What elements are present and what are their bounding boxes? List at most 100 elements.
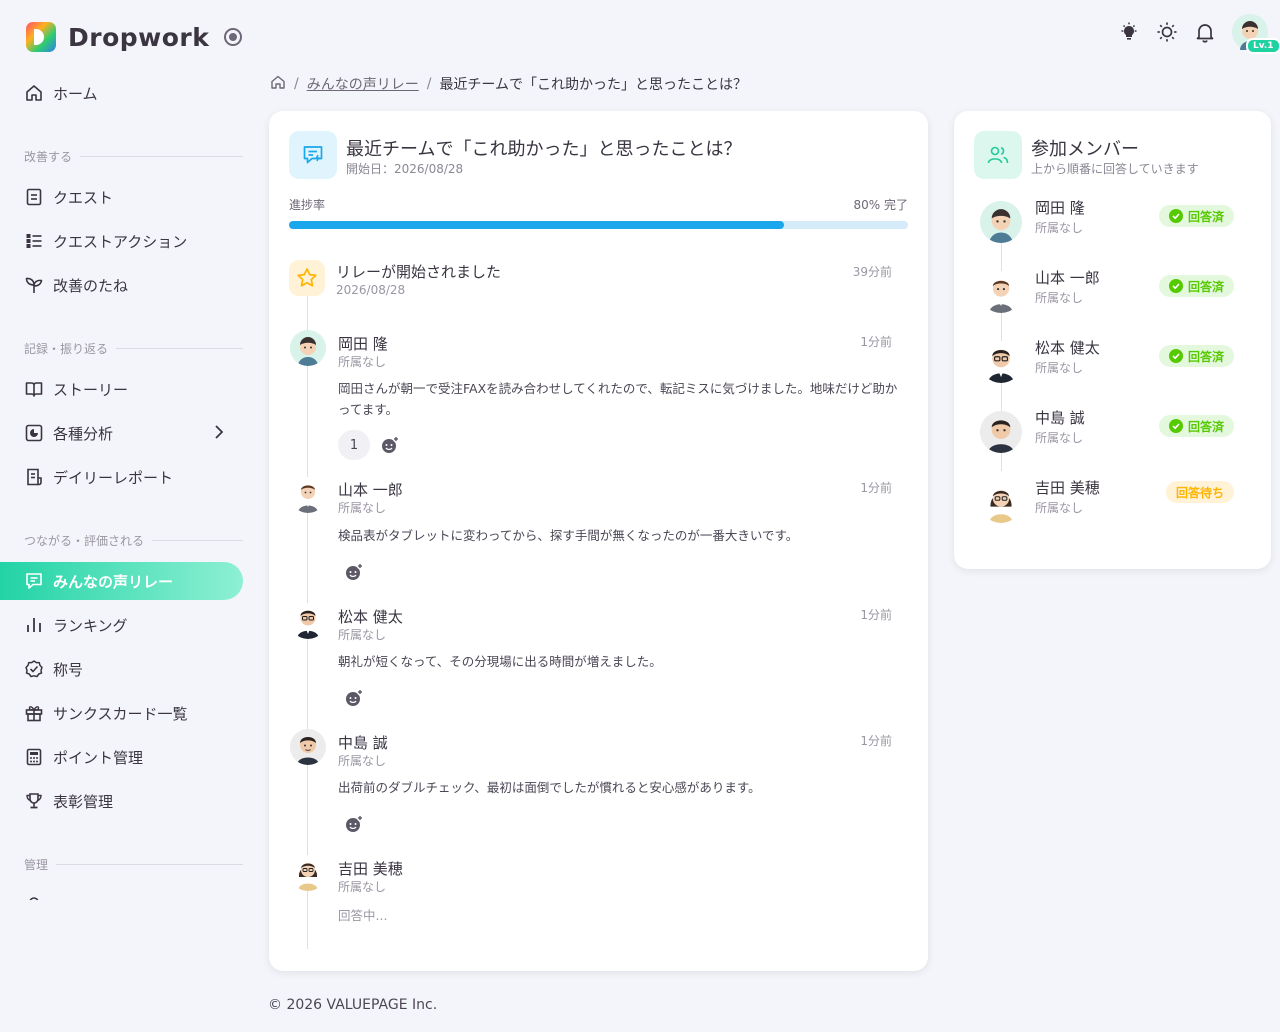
users-icon — [974, 131, 1022, 179]
member-row[interactable]: 山本 一郎 所属なし 回答済 — [980, 267, 1250, 317]
check-circle-icon — [1168, 349, 1183, 363]
member-name: 山本 一郎 — [1035, 269, 1100, 287]
lightbulb-icon[interactable] — [1118, 21, 1140, 43]
sprout-icon — [24, 275, 44, 295]
nav-item-daily-report[interactable]: デイリーレポート — [0, 458, 243, 496]
badge-check-icon — [24, 659, 44, 679]
app-logo[interactable]: Dropwork — [26, 22, 209, 52]
report-icon — [24, 467, 44, 487]
bell-icon[interactable] — [1194, 21, 1216, 43]
breadcrumb-separator: / — [426, 76, 432, 92]
nav-label: 改善のたね — [53, 276, 129, 295]
nav-label: ランキング — [53, 616, 128, 635]
status-text: 回答済 — [1187, 349, 1224, 364]
start-event-date: 2026/08/28 — [336, 283, 406, 297]
nav-item-thanks-cards[interactable]: サンクスカード一覧 — [0, 694, 243, 732]
member-affiliation: 所属なし — [1035, 501, 1084, 515]
nav-label: クエスト — [53, 188, 114, 207]
sidebar-pin-toggle[interactable] — [224, 28, 242, 46]
nav-item-home[interactable]: ホーム — [0, 74, 243, 112]
user-icon — [24, 895, 44, 900]
chart-pie-icon — [24, 423, 44, 443]
entry-name: 松本 健太 — [338, 608, 403, 626]
member-affiliation: 所属なし — [1035, 361, 1084, 375]
relay-card: 最近チームで「これ助かった」と思ったことは？ 開始日：2026/08/28 進捗… — [269, 111, 928, 971]
members-title: 参加メンバー — [1031, 139, 1139, 160]
nav-item-voice-relay[interactable]: みんなの声リレー — [0, 562, 243, 600]
avatar — [290, 855, 326, 891]
home-icon[interactable] — [270, 74, 286, 94]
user-avatar[interactable]: Lv.1 — [1232, 14, 1280, 54]
sun-icon[interactable] — [1156, 21, 1178, 43]
reaction-count-chip[interactable]: 1 — [338, 430, 370, 460]
top-bar: Lv.1 — [1118, 14, 1280, 54]
start-event-time: 39分前 — [852, 265, 892, 279]
breadcrumb-link-relay[interactable]: みんなの声リレー — [307, 74, 419, 94]
avatar — [980, 201, 1022, 243]
status-badge: 回答済 — [1158, 345, 1234, 367]
breadcrumb-separator: / — [294, 76, 299, 92]
member-row[interactable]: 吉田 美穂 所属なし 回答待ち — [980, 477, 1250, 527]
list-icon — [24, 231, 44, 251]
entry-text: 検品表がタブレットに変わってから、探す手間が無くなったのが一番大きいです。 — [338, 528, 799, 543]
progress-bar-fill — [289, 221, 785, 229]
status-badge: 回答済 — [1158, 415, 1234, 437]
nav-label: 称号 — [53, 660, 84, 679]
member-row[interactable]: 岡田 隆 所属なし 回答済 — [980, 197, 1250, 247]
member-row[interactable]: 松本 健太 所属なし 回答済 — [980, 337, 1250, 387]
avatar — [980, 481, 1022, 523]
entry-time: 1分前 — [860, 734, 892, 748]
add-reaction-icon[interactable] — [339, 683, 369, 713]
nav-item-points[interactable]: ポイント管理 — [0, 738, 243, 776]
nav-item-awards[interactable]: 表彰管理 — [0, 782, 243, 820]
calculator-icon — [24, 747, 44, 767]
chat-bubble-icon — [289, 131, 337, 179]
nav-label: みんなの声リレー — [53, 572, 174, 591]
bar-chart-icon — [24, 615, 44, 635]
nav-label: サンクスカード一覧 — [53, 704, 188, 723]
status-text: 回答済 — [1187, 419, 1224, 434]
nav-item-titles[interactable]: 称号 — [0, 650, 243, 688]
nav-item-seeds[interactable]: 改善のたね — [0, 266, 243, 304]
entry-time: 1分前 — [860, 608, 892, 622]
status-text: 回答済 — [1187, 209, 1224, 224]
nav-item-story[interactable]: ストーリー — [0, 370, 243, 408]
nav-item-ranking[interactable]: ランキング — [0, 606, 243, 644]
status-text: 回答待ち — [1175, 485, 1224, 500]
members-subtitle: 上から順番に回答していきます — [1031, 162, 1199, 176]
progress-text: 80% 完了 — [853, 198, 909, 212]
add-reaction-icon[interactable] — [339, 557, 369, 587]
status-badge: 回答済 — [1158, 205, 1234, 227]
nav-item-analysis[interactable]: 各種分析 — [0, 414, 243, 452]
entry-answering: 回答中... — [338, 908, 388, 923]
member-affiliation: 所属なし — [1035, 291, 1084, 305]
home-icon — [24, 83, 44, 103]
trophy-icon — [24, 791, 44, 811]
member-row[interactable]: 中島 誠 所属なし 回答済 — [980, 407, 1250, 457]
nav-label: クエストアクション — [53, 232, 188, 251]
section-connect: つながる・評価される — [24, 532, 243, 549]
member-affiliation: 所属なし — [1035, 431, 1084, 445]
nav-label: 各種分析 — [53, 424, 114, 443]
entry-name: 山本 一郎 — [338, 481, 403, 499]
avatar — [290, 330, 326, 366]
nav-item-quest[interactable]: クエスト — [0, 178, 243, 216]
nav-item-quest-action[interactable]: クエストアクション — [0, 222, 243, 260]
section-label: つながる・評価される — [24, 534, 145, 548]
check-circle-icon — [1168, 209, 1183, 223]
breadcrumb-current: 最近チームで「これ助かった」と思ったことは？ — [439, 77, 748, 93]
nav-label: ポイント管理 — [53, 748, 144, 767]
member-name: 中島 誠 — [1035, 409, 1085, 427]
nav-label: デイリーレポート — [53, 468, 174, 487]
app-name: Dropwork — [68, 22, 210, 52]
add-reaction-icon[interactable] — [375, 430, 405, 460]
entry-affiliation: 所属なし — [338, 628, 387, 642]
entry-time: 1分前 — [860, 481, 892, 495]
entry-name: 吉田 美穂 — [338, 860, 403, 878]
add-reaction-icon[interactable] — [339, 809, 369, 839]
start-event-text: リレーが開始されました — [336, 263, 502, 281]
nav-item-admin-cut[interactable] — [0, 886, 243, 900]
avatar — [980, 271, 1022, 313]
entry-time: 1分前 — [860, 335, 892, 349]
entry-name: 岡田 隆 — [338, 335, 388, 353]
